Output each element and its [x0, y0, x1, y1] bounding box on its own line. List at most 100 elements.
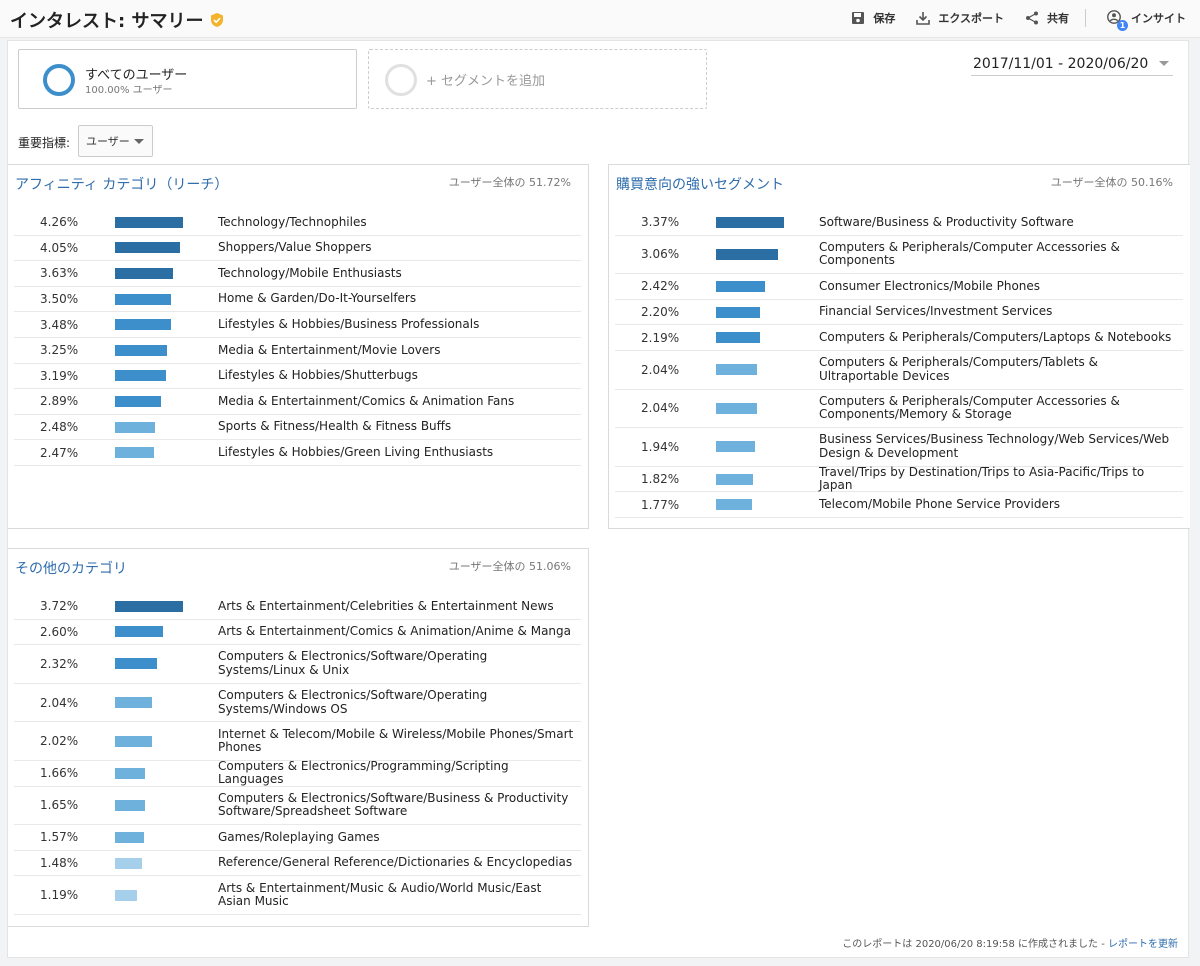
- row-percent: 2.04%: [641, 362, 680, 377]
- row-label[interactable]: Consumer Electronics/Mobile Phones: [819, 279, 1179, 294]
- row-bar: [115, 697, 153, 709]
- refresh-report-link[interactable]: レポートを更新: [1108, 939, 1178, 950]
- row-label[interactable]: Business Services/Business Technology/We…: [819, 433, 1179, 460]
- row-label[interactable]: Media & Entertainment/Comics & Animation…: [218, 394, 577, 409]
- chevron-down-icon: [134, 138, 144, 144]
- row-label[interactable]: Lifestyles & Hobbies/Shutterbugs: [218, 369, 577, 383]
- table-row: 2.19% Computers & Peripherals/Computers/L…: [615, 325, 1183, 351]
- segment-all-users[interactable]: すべてのユーザー 100.00% ユーザー: [18, 49, 357, 109]
- insight-icon-wrap: 1: [1106, 9, 1128, 31]
- add-segment-button[interactable]: + セグメントを追加: [368, 49, 707, 109]
- row-percent: 3.19%: [40, 368, 79, 383]
- share-button[interactable]: 共有: [1024, 10, 1069, 26]
- row-bar: [115, 831, 144, 843]
- header-divider: [1085, 9, 1086, 27]
- row-percent: 4.26%: [40, 215, 79, 230]
- row-percent: 3.72%: [40, 599, 79, 614]
- row-label[interactable]: Computers & Peripherals/Computers/Laptop…: [819, 330, 1179, 345]
- metric-select[interactable]: ユーザー: [78, 125, 153, 157]
- row-label[interactable]: Media & Entertainment/Movie Lovers: [218, 343, 577, 358]
- row-bar: [716, 280, 765, 292]
- other-category-panel: その他のカテゴリ ユーザー全体の 51.06% 3.72% Arts & Ente…: [8, 548, 589, 927]
- in-market-rows: 3.37% Software/Business & Productivity So…: [615, 210, 1183, 518]
- table-row: 3.19% Lifestyles & Hobbies/Shutterbugs: [14, 364, 581, 390]
- report-body: すべてのユーザー 100.00% ユーザー + セグメントを追加 2017/11…: [7, 40, 1190, 958]
- row-bar: [115, 319, 171, 331]
- row-label[interactable]: Financial Services/Investment Services: [819, 305, 1179, 319]
- insight-button[interactable]: 1 インサイト: [1106, 9, 1186, 31]
- table-row: 2.02% Internet & Telecom/Mobile & Wireles…: [14, 722, 581, 761]
- row-bar: [115, 626, 163, 638]
- table-row: 2.48% Sports & Fitness/Health & Fitness B…: [14, 415, 581, 441]
- row-percent: 3.63%: [40, 266, 79, 281]
- table-row: 4.05% Shoppers/Value Shoppers: [14, 236, 581, 262]
- row-percent: 2.47%: [40, 445, 79, 460]
- in-market-segment-panel: 購買意向の強いセグメント ユーザー全体の 50.16% 3.37% Softwar…: [608, 164, 1190, 529]
- report-header: インタレスト: サマリー 保存 エクスポート 共有 1 インサイト: [0, 0, 1200, 38]
- row-label[interactable]: Sports & Fitness/Health & Fitness Buffs: [218, 420, 577, 434]
- row-label[interactable]: Lifestyles & Hobbies/Green Living Enthus…: [218, 445, 577, 460]
- other-rows: 3.72% Arts & Entertainment/Celebrities & …: [14, 594, 581, 915]
- row-label[interactable]: Technology/Technophiles: [218, 215, 577, 230]
- row-label[interactable]: Computers & Electronics/Software/Operati…: [218, 688, 577, 716]
- row-label[interactable]: Computers & Electronics/Software/Busines…: [218, 791, 577, 819]
- table-row: 1.82% Travel/Trips by Destination/Trips t…: [615, 465, 1183, 493]
- report-footer: このレポートは 2020/06/20 8:19:58 に作成されました - レポ…: [842, 935, 1178, 950]
- row-bar: [115, 370, 166, 382]
- row-bar: [115, 658, 158, 670]
- affinity-category-panel: アフィニティ カテゴリ（リーチ） ユーザー全体の 51.72% 4.26% Tec…: [8, 164, 589, 529]
- metric-label: 重要指標:: [18, 136, 71, 150]
- row-percent: 2.32%: [40, 656, 79, 671]
- row-label[interactable]: Computers & Electronics/Software/Operati…: [218, 650, 577, 677]
- row-percent: 2.04%: [40, 695, 79, 710]
- row-label[interactable]: Computers & Peripherals/Computers/Tablet…: [819, 356, 1179, 383]
- row-label[interactable]: Reference/General Reference/Dictionaries…: [218, 856, 577, 870]
- in-market-panel-title[interactable]: 購買意向の強いセグメント: [616, 174, 784, 194]
- row-label[interactable]: Technology/Mobile Enthusiasts: [218, 266, 577, 281]
- row-label[interactable]: Lifestyles & Hobbies/Business Profession…: [218, 317, 577, 332]
- table-row: 1.19% Arts & Entertainment/Music & Audio/…: [14, 876, 581, 915]
- date-range-value: 2017/11/01 - 2020/06/20: [973, 55, 1149, 72]
- row-bar: [115, 857, 143, 869]
- row-percent: 3.25%: [40, 343, 79, 358]
- export-button[interactable]: エクスポート: [915, 10, 1004, 26]
- table-row: 2.04% Computers & Peripherals/Computer Ac…: [615, 390, 1183, 429]
- chevron-down-icon: [1159, 61, 1169, 66]
- row-percent: 1.66%: [40, 766, 79, 781]
- row-label[interactable]: Computers & Peripherals/Computer Accesso…: [819, 240, 1179, 268]
- table-row: 1.48% Reference/General Reference/Diction…: [14, 851, 581, 877]
- table-row: 1.57% Games/Roleplaying Games: [14, 825, 581, 851]
- row-percent: 2.19%: [641, 330, 680, 345]
- metric-selected-value: ユーザー: [86, 135, 130, 148]
- row-label[interactable]: Telecom/Mobile Phone Service Providers: [819, 497, 1179, 512]
- affinity-panel-title[interactable]: アフィニティ カテゴリ（リーチ）: [15, 174, 228, 194]
- save-button[interactable]: 保存: [850, 10, 895, 26]
- row-percent: 3.50%: [40, 292, 79, 307]
- save-label: 保存: [873, 12, 896, 25]
- save-icon: [852, 12, 865, 24]
- other-panel-title[interactable]: その他のカテゴリ: [15, 558, 127, 578]
- row-label[interactable]: Arts & Entertainment/Celebrities & Enter…: [218, 599, 577, 614]
- row-label[interactable]: Home & Garden/Do-It-Yourselfers: [218, 292, 577, 306]
- affinity-panel-total: ユーザー全体の 51.72%: [448, 176, 571, 189]
- row-bar: [115, 421, 155, 433]
- table-row: 1.77% Telecom/Mobile Phone Service Provid…: [615, 492, 1183, 518]
- header-actions: 保存 エクスポート 共有 1 インサイト: [830, 9, 1186, 31]
- row-bar: [115, 735, 152, 747]
- row-percent: 1.48%: [40, 856, 79, 871]
- row-label[interactable]: Computers & Electronics/Programming/Scri…: [218, 759, 577, 787]
- row-label[interactable]: Shoppers/Value Shoppers: [218, 241, 577, 255]
- row-percent: 3.06%: [641, 247, 680, 262]
- row-label[interactable]: Arts & Entertainment/Comics & Animation/…: [218, 625, 577, 639]
- row-label[interactable]: Games/Roleplaying Games: [218, 830, 577, 845]
- row-label[interactable]: Arts & Entertainment/Music & Audio/World…: [218, 881, 577, 909]
- insight-label: インサイト: [1131, 12, 1186, 25]
- page-title-text: インタレスト: サマリー: [10, 11, 204, 32]
- row-label[interactable]: Computers & Peripherals/Computer Accesso…: [819, 394, 1179, 422]
- row-label[interactable]: Software/Business & Productivity Softwar…: [819, 215, 1179, 230]
- row-percent: 1.82%: [641, 472, 680, 487]
- row-label[interactable]: Internet & Telecom/Mobile & Wireless/Mob…: [218, 727, 577, 755]
- date-range-picker[interactable]: 2017/11/01 - 2020/06/20: [971, 52, 1173, 76]
- row-label[interactable]: Travel/Trips by Destination/Trips to Asi…: [819, 465, 1179, 493]
- export-label: エクスポート: [938, 12, 1004, 25]
